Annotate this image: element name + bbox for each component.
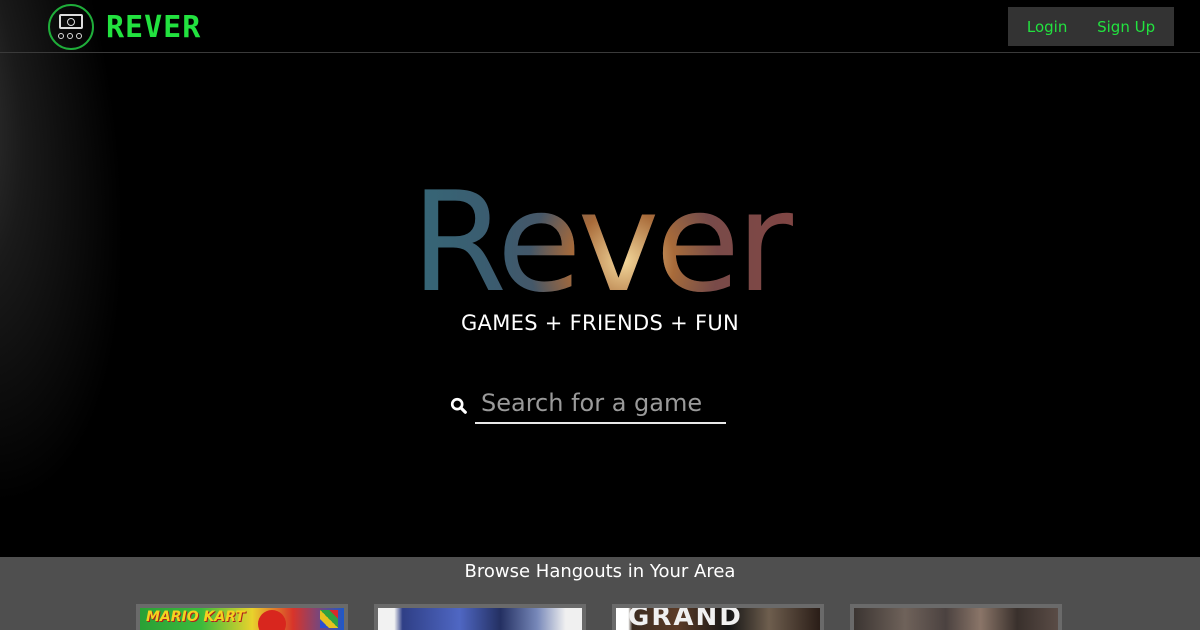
game-cover-image bbox=[378, 608, 582, 630]
brand-name: REVER bbox=[106, 9, 202, 45]
people-icon bbox=[58, 33, 82, 39]
navbar: REVER Login Sign Up bbox=[0, 0, 1200, 53]
browse-section: Browse Hangouts in Your Area MARIO KART … bbox=[0, 557, 1200, 630]
n64-logo-icon bbox=[320, 610, 338, 628]
tagline: GAMES + FRIENDS + FUN bbox=[460, 311, 740, 335]
logo-icon bbox=[48, 4, 94, 50]
search-icon[interactable] bbox=[450, 397, 468, 415]
game-cover-title: GRAND bbox=[628, 608, 743, 630]
hangout-card[interactable]: GRAND bbox=[612, 604, 824, 630]
browse-title: Browse Hangouts in Your Area bbox=[464, 561, 736, 582]
page: REVER Login Sign Up Rever GAMES + FRIEND… bbox=[0, 0, 1200, 630]
hangout-card[interactable] bbox=[850, 604, 1062, 630]
screen-icon bbox=[59, 14, 83, 29]
login-link[interactable]: Login bbox=[1027, 18, 1067, 36]
hero-title: Rever bbox=[0, 168, 1200, 318]
game-cover-image bbox=[854, 608, 1058, 630]
search-input[interactable] bbox=[475, 384, 726, 424]
game-cover-title: MARIO KART bbox=[146, 609, 245, 625]
cover-art-shape bbox=[258, 610, 286, 630]
hangout-card[interactable]: MARIO KART bbox=[136, 604, 348, 630]
signup-link[interactable]: Sign Up bbox=[1097, 18, 1155, 36]
film-reel-icon bbox=[67, 18, 75, 26]
logo[interactable]: REVER bbox=[48, 4, 201, 50]
hangout-card[interactable] bbox=[374, 604, 586, 630]
search-bar bbox=[446, 384, 728, 426]
game-cover-image: MARIO KART bbox=[140, 608, 344, 630]
auth-nav: Login Sign Up bbox=[1008, 7, 1174, 46]
game-cover-image: GRAND bbox=[616, 608, 820, 630]
